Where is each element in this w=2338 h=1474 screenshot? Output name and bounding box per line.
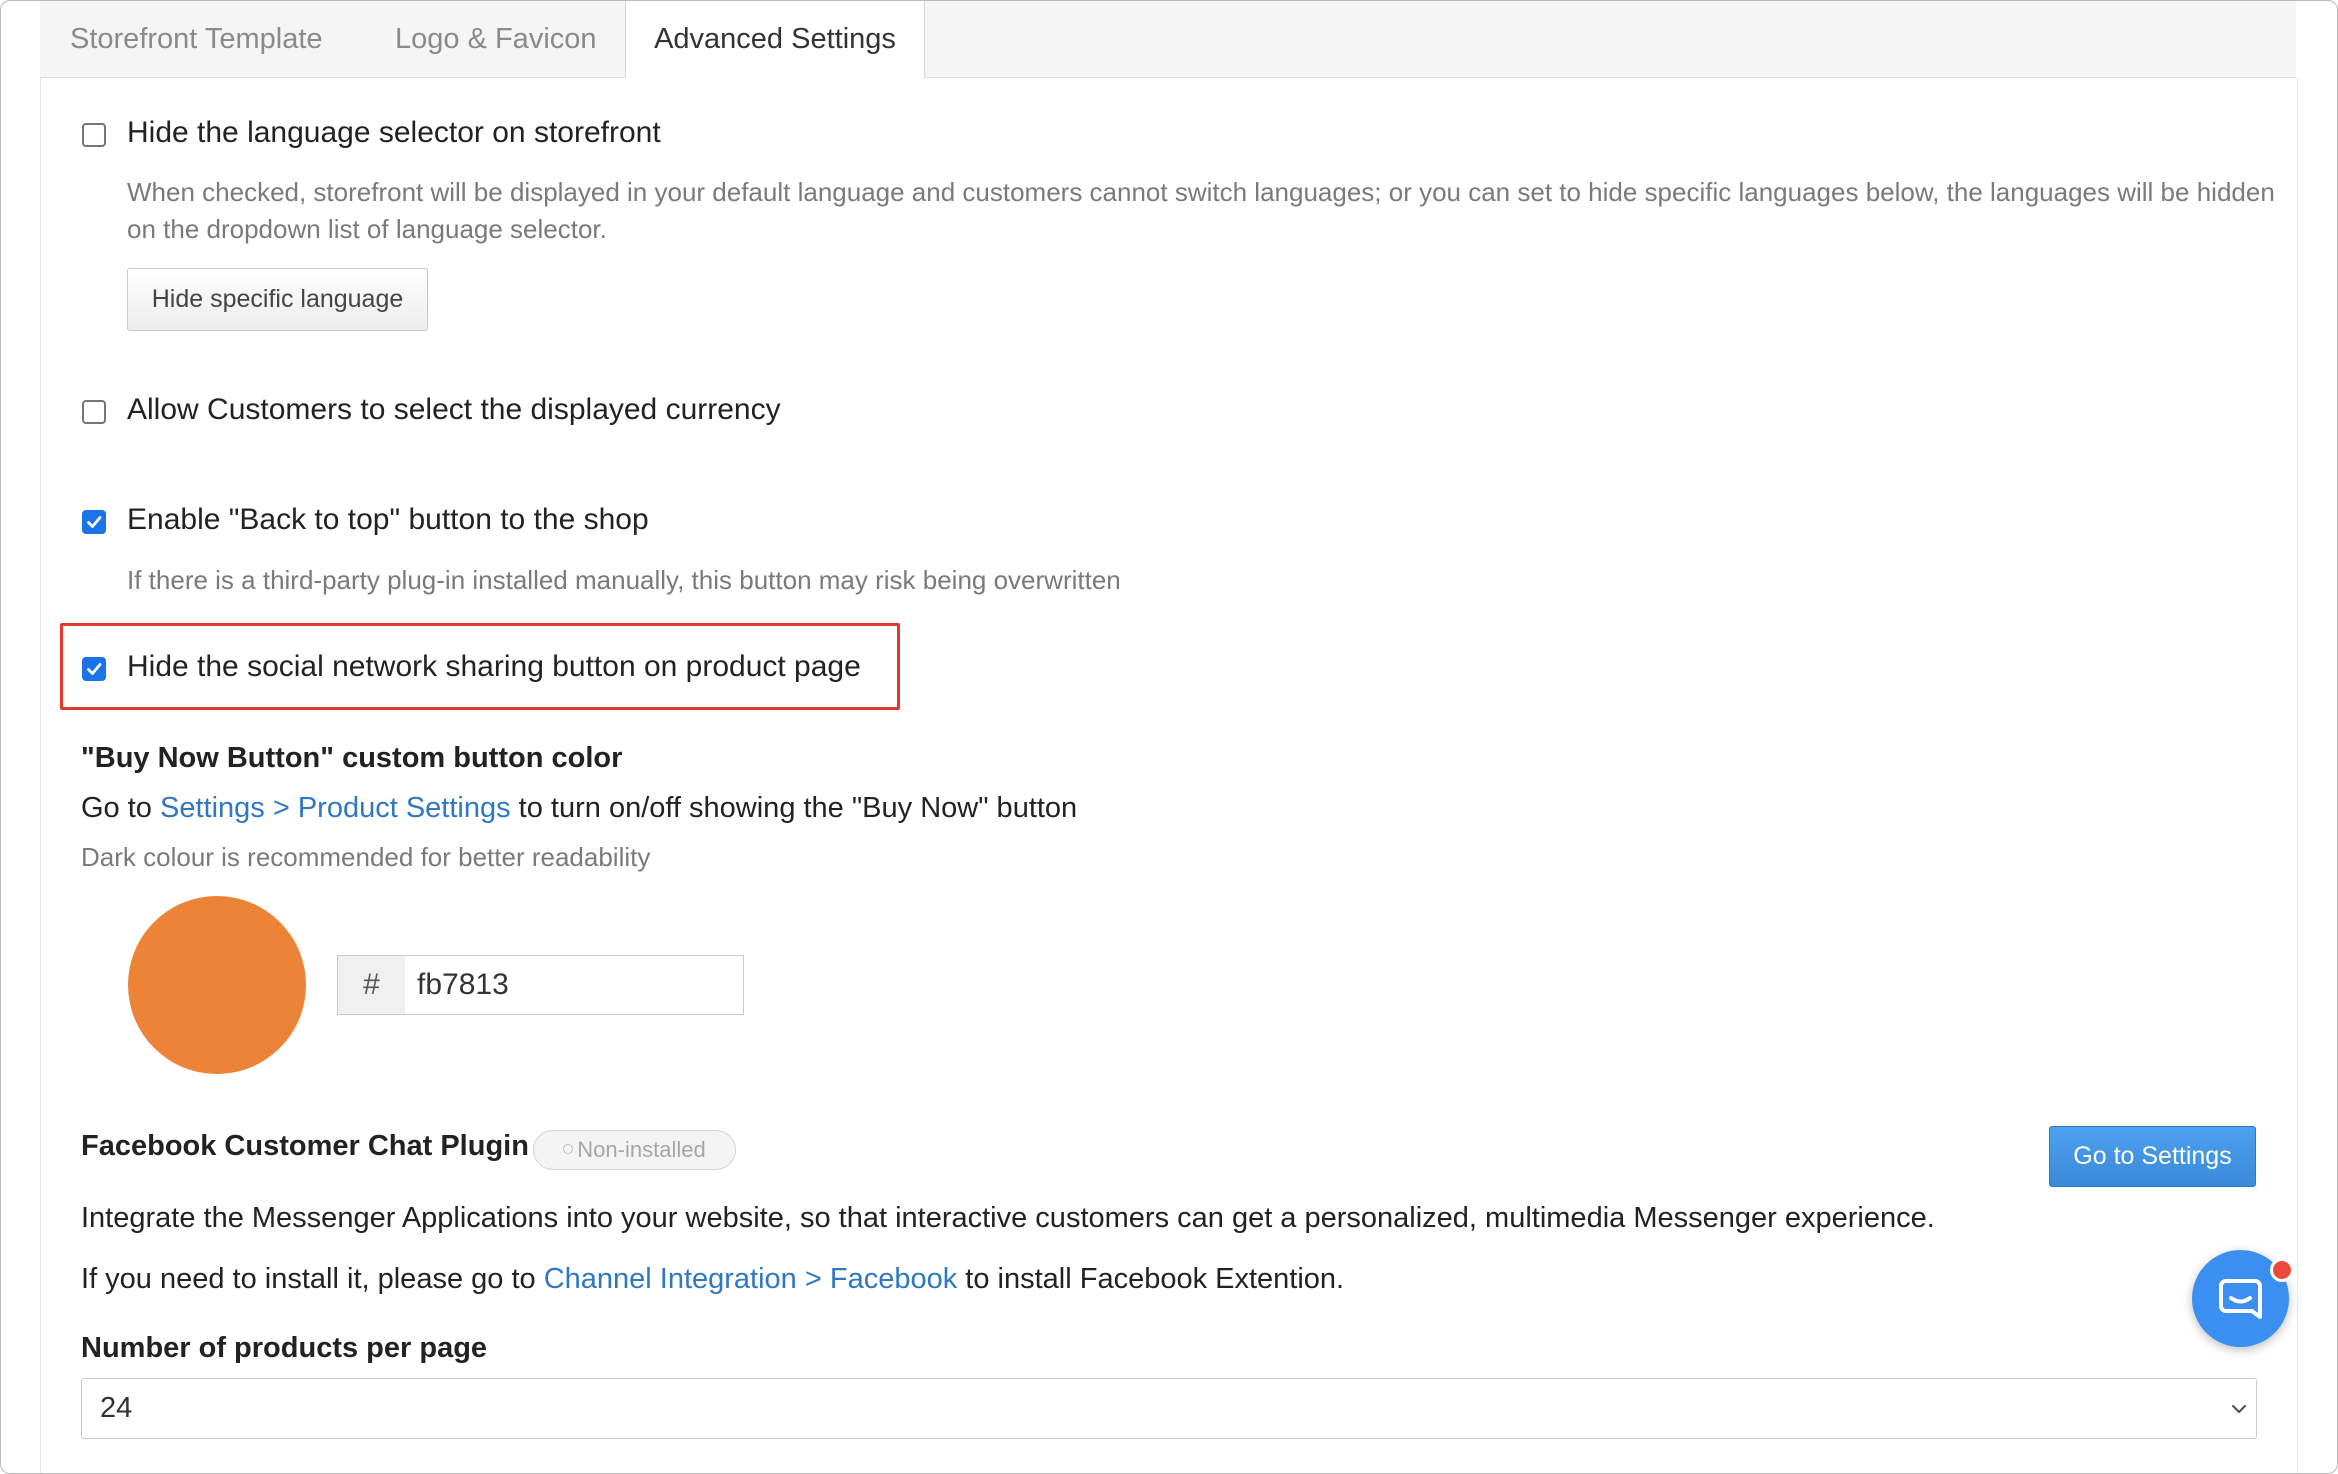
currency-selector-checkbox[interactable]: [82, 400, 106, 424]
status-dot-icon: [563, 1144, 574, 1155]
facebook-install-instructions: If you need to install it, please go to …: [81, 1263, 1344, 1296]
chat-bubble-icon: [2219, 1279, 2262, 1319]
tab-logo-favicon[interactable]: Logo & Favicon: [395, 1, 597, 77]
settings-window: Storefront Template Logo & Favicon Advan…: [0, 0, 2338, 1474]
currency-selector-label: Allow Customers to select the displayed …: [127, 393, 781, 426]
buy-now-color-hint: Dark colour is recommended for better re…: [81, 842, 651, 872]
back-to-top-help: If there is a third-party plug-in instal…: [127, 565, 1121, 595]
buy-now-color-description: Go to Settings > Product Settings to tur…: [81, 792, 1077, 825]
back-to-top-checkbox[interactable]: [82, 510, 106, 534]
status-badge: Non-installed: [533, 1130, 736, 1170]
install-suffix: to install Facebook Extention.: [957, 1263, 1345, 1295]
buy-now-desc-prefix: Go to: [81, 792, 160, 824]
hide-language-help: When checked, storefront will be display…: [127, 177, 2275, 244]
hide-specific-language-button[interactable]: Hide specific language: [127, 268, 428, 331]
status-badge-label: Non-installed: [577, 1137, 706, 1162]
hide-language-label: Hide the language selector on storefront: [127, 116, 661, 149]
checkmark-icon: [87, 663, 102, 675]
hex-prefix-label: #: [337, 955, 406, 1015]
color-hex-input[interactable]: fb7813: [405, 955, 744, 1015]
hide-social-sharing-checkbox[interactable]: [82, 657, 106, 681]
hide-language-checkbox[interactable]: [82, 123, 106, 147]
checkmark-icon: [87, 516, 102, 528]
tab-advanced-settings[interactable]: Advanced Settings: [625, 1, 925, 79]
products-per-page-label: Number of products per page: [81, 1332, 488, 1364]
install-prefix: If you need to install it, please go to: [81, 1263, 544, 1295]
tab-storefront-template[interactable]: Storefront Template: [70, 1, 323, 77]
product-settings-link[interactable]: Settings > Product Settings: [160, 792, 511, 824]
go-to-settings-button[interactable]: Go to Settings: [2049, 1126, 2256, 1187]
tab-bar: Storefront Template Logo & Favicon Advan…: [40, 1, 2296, 79]
buy-now-desc-suffix: to turn on/off showing the "Buy Now" but…: [510, 792, 1078, 824]
hide-social-sharing-label: Hide the social network sharing button o…: [127, 650, 861, 683]
notification-dot: [2270, 1258, 2294, 1282]
facebook-plugin-description: Integrate the Messenger Applications int…: [81, 1202, 1935, 1234]
chevron-down-icon: [2231, 1404, 2247, 1414]
channel-integration-facebook-link[interactable]: Channel Integration > Facebook: [544, 1263, 958, 1295]
back-to-top-label: Enable "Back to top" button to the shop: [127, 503, 649, 536]
products-per-page-value: 24: [100, 1392, 133, 1424]
color-swatch[interactable]: [128, 896, 306, 1074]
products-per-page-select[interactable]: 24: [81, 1378, 2257, 1439]
facebook-chat-plugin-title: Facebook Customer Chat Plugin: [81, 1130, 529, 1162]
buy-now-color-title: "Buy Now Button" custom button color: [81, 742, 623, 774]
